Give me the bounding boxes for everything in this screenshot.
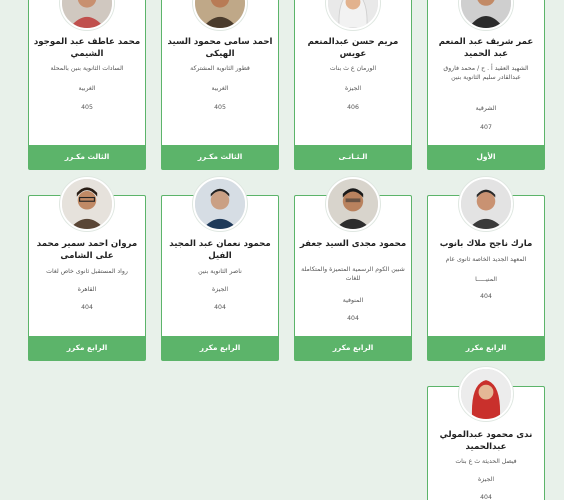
- student-school: شبين الكوم الرسمية المتميزة والمتكاملة ل…: [301, 266, 405, 282]
- rank-button[interactable]: الرابع مكرر: [162, 336, 278, 360]
- student-name: احمد سامى محمود السيد الهيكى: [167, 37, 273, 59]
- student-photo-icon: [60, 0, 114, 30]
- student-school: الشهيد العقيد أ . ح / محمد فاروق عبدالقا…: [443, 65, 529, 81]
- student-photo-icon: [459, 177, 513, 231]
- student-school: رواد المستقبل ثانوى خاص لغات: [46, 268, 128, 275]
- student-name: عمر شريف عبد المنعم عبد الحميد: [438, 37, 534, 59]
- student-name: محمود نعمان عبد المجيد الفيل: [169, 239, 271, 261]
- student-photo-icon: [459, 0, 513, 30]
- student-school: السادات الثانوية بنين بالمحلة: [50, 65, 124, 72]
- rank-button[interactable]: الـثـانـى: [295, 145, 411, 169]
- student-governorate: الجيزة: [211, 286, 229, 293]
- student-name: محمود مجدى السيد جعفر: [299, 239, 407, 249]
- student-score: 406: [347, 104, 359, 111]
- rank-button[interactable]: الرابع مكرر: [295, 336, 411, 360]
- student-photo-icon: [459, 367, 513, 421]
- student-photo-icon: [60, 177, 114, 231]
- student-card: محمد عاطف عبد الموجود الشيمي السادات الث…: [28, 0, 146, 170]
- student-governorate: المنيـــــا: [475, 276, 497, 283]
- student-name: مريم حسن عبدالمنعم عويس: [307, 37, 399, 59]
- student-governorate: الجيزة: [477, 476, 495, 483]
- student-photo-icon: [193, 0, 247, 30]
- student-name: ندى محمود عبدالمولي عبدالحميد: [439, 430, 533, 452]
- student-governorate: الشرقية: [475, 105, 497, 112]
- rank-button[interactable]: الثالث مكـرر: [162, 145, 278, 169]
- rank-button[interactable]: الرابع مكرر: [29, 336, 145, 360]
- student-card: محمود نعمان عبد المجيد الفيل ناصر الثانو…: [161, 177, 279, 361]
- student-score: 407: [480, 124, 492, 131]
- student-score: 404: [347, 315, 359, 322]
- student-school: ناصر الثانوية بنين: [198, 268, 242, 275]
- student-score: 404: [81, 304, 93, 311]
- student-card: مريم حسن عبدالمنعم عويس الورمان ع ث بنات…: [294, 0, 412, 170]
- student-card: محمود مجدى السيد جعفر شبين الكوم الرسمية…: [294, 177, 412, 361]
- student-name: مروان احمد سمير محمد على الشامى: [36, 239, 138, 261]
- student-school: فيصل الحديثة ث ع بنات: [455, 458, 517, 465]
- student-name: محمد عاطف عبد الموجود الشيمي: [33, 37, 141, 59]
- student-school: قطور الثانوية المشتركة: [190, 65, 250, 72]
- student-governorate: الغربية: [78, 85, 96, 92]
- rank-button[interactable]: الرابع مكرر: [428, 336, 544, 360]
- student-card: عمر شريف عبد المنعم عبد الحميد الشهيد ال…: [427, 0, 545, 170]
- student-score: 405: [214, 104, 226, 111]
- student-photo-icon: [326, 177, 380, 231]
- student-score: 404: [480, 494, 492, 500]
- student-score: 404: [480, 293, 492, 300]
- student-school: المعهد الجديد الخاصة ثانوى عام: [445, 256, 527, 263]
- student-card: مروان احمد سمير محمد على الشامى رواد الم…: [28, 177, 146, 361]
- student-card: ندى محمود عبدالمولي عبدالحميد فيصل الحدي…: [427, 367, 545, 500]
- student-school: الورمان ع ث بنات: [329, 65, 377, 72]
- rank-button[interactable]: الأول: [428, 145, 544, 169]
- student-name: مارك ناجح ملاك بانوب: [439, 239, 533, 249]
- student-score: 405: [81, 104, 93, 111]
- student-governorate: القاهرة: [77, 286, 97, 293]
- student-photo-icon: [193, 177, 247, 231]
- student-card: مارك ناجح ملاك بانوب المعهد الجديد الخاص…: [427, 177, 545, 361]
- student-governorate: الغربية: [211, 85, 229, 92]
- rank-button[interactable]: الثالث مكـرر: [29, 145, 145, 169]
- student-governorate: الجيزة: [344, 85, 362, 92]
- student-score: 404: [214, 304, 226, 311]
- student-card: احمد سامى محمود السيد الهيكى قطور الثانو…: [161, 0, 279, 170]
- student-photo-icon: [326, 0, 380, 30]
- student-governorate: المنوفية: [342, 297, 364, 304]
